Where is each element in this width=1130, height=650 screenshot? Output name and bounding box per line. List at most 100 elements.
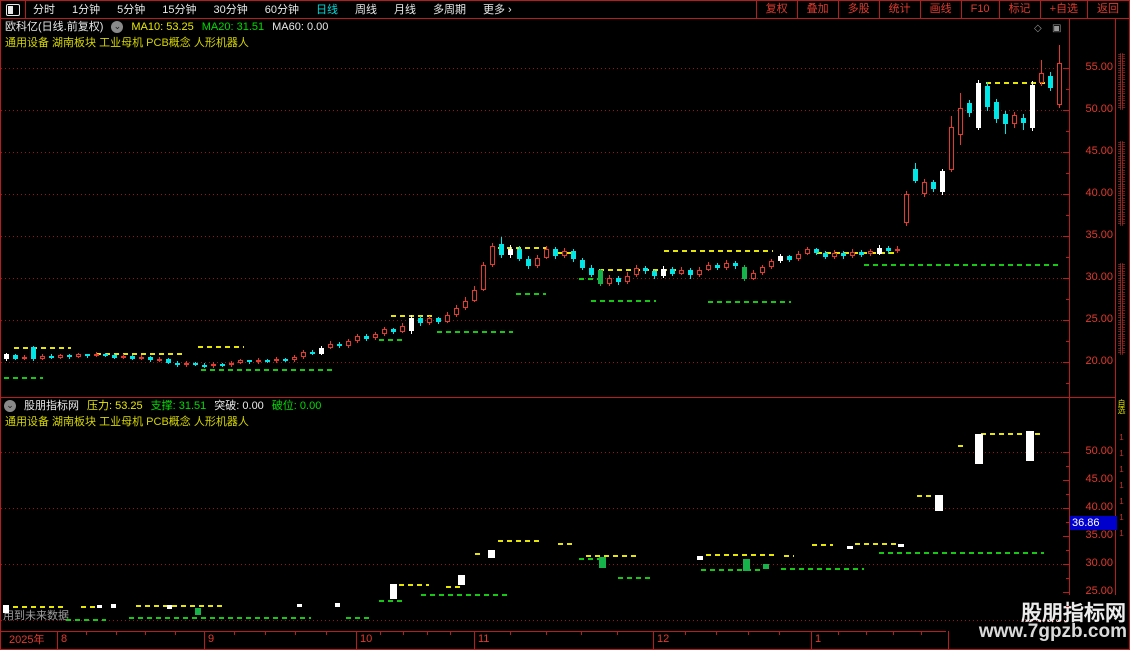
toolbar-button-标记[interactable]: 标记 bbox=[998, 1, 1040, 18]
gridline bbox=[1, 564, 1069, 565]
sector-tags[interactable]: 通用设备 湖南板块 工业母机 PCB概念 人形机器人 bbox=[5, 415, 249, 429]
ma10-value: MA10: 53.25 bbox=[131, 21, 194, 33]
axis-minor-tick bbox=[1066, 522, 1069, 523]
signal-bar bbox=[297, 603, 302, 608]
candle bbox=[796, 253, 801, 260]
level-line bbox=[812, 544, 833, 546]
candle bbox=[328, 343, 333, 348]
month-divider bbox=[356, 631, 357, 649]
level-line bbox=[498, 540, 541, 542]
candle bbox=[679, 269, 684, 274]
period-tab-15分钟[interactable]: 15分钟 bbox=[162, 3, 196, 17]
period-tab-1分钟[interactable]: 1分钟 bbox=[72, 3, 100, 17]
axis-minor-tick bbox=[1066, 606, 1069, 607]
period-tab-60分钟[interactable]: 60分钟 bbox=[265, 3, 299, 17]
signal-bar bbox=[1026, 431, 1034, 461]
toolbar-button-+自选[interactable]: +自选 bbox=[1039, 1, 1087, 18]
candle bbox=[571, 251, 576, 260]
price-tag: 36.86 bbox=[1070, 516, 1117, 530]
toolbar-button-F10[interactable]: F10 bbox=[960, 1, 999, 18]
month-divider bbox=[811, 631, 812, 649]
candle bbox=[715, 264, 720, 268]
sector-tags[interactable]: 通用设备 湖南板块 工业母机 PCB概念 人形机器人 bbox=[5, 36, 249, 50]
main-chart-panel[interactable] bbox=[1, 51, 1069, 397]
level-line bbox=[136, 605, 224, 607]
candle bbox=[580, 259, 585, 268]
pressure-value: 压力: 53.25 bbox=[87, 400, 143, 412]
week-tick bbox=[748, 631, 749, 635]
candle bbox=[490, 246, 495, 266]
candle bbox=[832, 252, 837, 257]
signal-bar bbox=[697, 556, 703, 560]
candle bbox=[175, 362, 180, 366]
candle bbox=[130, 356, 135, 359]
week-tick bbox=[617, 631, 618, 635]
price-axis-line bbox=[1069, 18, 1070, 649]
period-tab-月线[interactable]: 月线 bbox=[394, 3, 416, 17]
year-label: 2025年 bbox=[9, 634, 45, 646]
period-tab-多周期[interactable]: 多周期 bbox=[433, 3, 466, 17]
toolbar-right-buttons: 复权 叠加 多股 统计 画线 F10 标记 +自选 返回 bbox=[755, 1, 1128, 18]
level-line bbox=[958, 444, 964, 447]
month-label: 9 bbox=[208, 633, 215, 645]
level-line bbox=[498, 246, 546, 249]
period-tab-日线[interactable]: 日线 bbox=[316, 3, 338, 17]
period-tab-5分钟[interactable]: 5分钟 bbox=[117, 3, 145, 17]
candle bbox=[274, 358, 279, 362]
period-tab-更多 ›[interactable]: 更多 › bbox=[483, 3, 512, 17]
candle bbox=[1039, 73, 1044, 84]
period-tab-周线[interactable]: 周线 bbox=[355, 3, 377, 17]
month-divider bbox=[204, 631, 205, 649]
candle bbox=[58, 355, 63, 358]
week-tick bbox=[893, 631, 894, 635]
week-tick bbox=[716, 631, 717, 635]
axis-tick bbox=[1063, 236, 1069, 237]
candle bbox=[211, 363, 216, 367]
ma60-value: MA60: 0.00 bbox=[272, 21, 329, 33]
toolbar-button-叠加[interactable]: 叠加 bbox=[796, 1, 838, 18]
toolbar-button-画线[interactable]: 画线 bbox=[919, 1, 961, 18]
period-tab-分时[interactable]: 分时 bbox=[33, 3, 55, 17]
period-tab-30分钟[interactable]: 30分钟 bbox=[214, 3, 248, 17]
right-vertical-strip[interactable]: 非非非非非非非非 非非非非非非非非非非非非 非非非非非非非非非非非非非 自选 1 1 1… bbox=[1116, 18, 1129, 595]
signal-bar bbox=[3, 605, 9, 613]
toolbar-button-统计[interactable]: 统计 bbox=[878, 1, 920, 18]
candle bbox=[904, 194, 909, 223]
chevron-down-icon[interactable]: ⌄ bbox=[111, 21, 124, 33]
layout-icon[interactable] bbox=[6, 4, 20, 16]
candle bbox=[850, 252, 855, 257]
week-tick bbox=[510, 631, 511, 635]
candle bbox=[1012, 115, 1017, 125]
candle bbox=[562, 251, 567, 257]
week-tick bbox=[145, 631, 146, 635]
candle bbox=[769, 261, 774, 268]
candle bbox=[301, 351, 306, 357]
candle bbox=[877, 247, 882, 254]
week-tick bbox=[921, 631, 922, 635]
chevron-down-icon[interactable]: ⌄ bbox=[4, 400, 16, 412]
signal-bar bbox=[195, 608, 201, 615]
level-line bbox=[784, 555, 794, 558]
level-line bbox=[586, 555, 639, 558]
panel-square-icon[interactable]: ▣ bbox=[1052, 22, 1061, 36]
toolbar-button-复权[interactable]: 复权 bbox=[755, 1, 797, 18]
level-line bbox=[14, 346, 71, 349]
level-line bbox=[516, 293, 546, 295]
gridline bbox=[1, 68, 1069, 69]
gridline bbox=[1, 110, 1069, 111]
candle bbox=[256, 359, 261, 362]
week-tick bbox=[427, 631, 428, 635]
diamond-icon[interactable]: ◇ bbox=[1034, 22, 1042, 36]
indicator-chart-panel[interactable] bbox=[1, 431, 1069, 631]
candle bbox=[607, 278, 612, 284]
level-line bbox=[706, 553, 778, 556]
candle bbox=[346, 341, 351, 346]
level-line bbox=[379, 600, 405, 602]
candle bbox=[94, 353, 99, 357]
signal-bar bbox=[458, 575, 465, 585]
level-line bbox=[879, 552, 1044, 555]
signal-bar bbox=[335, 603, 340, 607]
toolbar-button-多股[interactable]: 多股 bbox=[837, 1, 879, 18]
toolbar-button-返回[interactable]: 返回 bbox=[1087, 1, 1128, 18]
month-label: 11 bbox=[478, 633, 490, 645]
